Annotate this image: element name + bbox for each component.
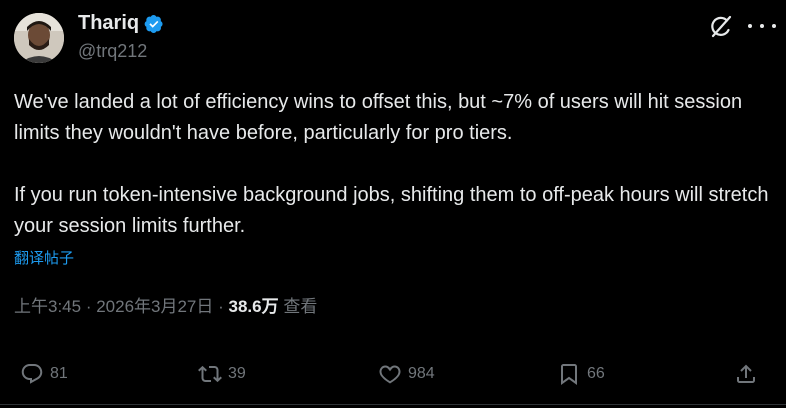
post-body: We've landed a lot of efficiency wins to… <box>14 87 774 242</box>
more-options-icon[interactable] <box>748 14 776 38</box>
post-paragraph: We've landed a lot of efficiency wins to… <box>14 91 743 144</box>
grok-icon[interactable] <box>708 14 734 40</box>
author-handle[interactable]: @trq212 <box>78 41 147 62</box>
like-icon <box>379 365 401 384</box>
reply-icon <box>21 364 43 384</box>
views-label: 查看 <box>278 297 318 316</box>
verified-badge-icon[interactable] <box>144 14 164 34</box>
repost-button[interactable]: 39 <box>198 362 246 386</box>
views-count: 38.6万 <box>228 297 279 316</box>
action-bar: 81 39 984 66 <box>20 362 765 388</box>
repost-count: 39 <box>228 365 246 382</box>
translate-post-link[interactable]: 翻译帖子 <box>14 247 74 268</box>
reply-button[interactable]: 81 <box>20 362 68 386</box>
bookmark-button[interactable]: 66 <box>557 362 605 386</box>
repost-icon <box>198 365 222 383</box>
avatar[interactable] <box>14 13 64 63</box>
post-paragraph: If you run token-intensive background jo… <box>14 184 769 237</box>
author-name[interactable]: Thariq <box>78 12 139 35</box>
like-count: 984 <box>408 365 435 382</box>
meta-separator: · <box>81 297 97 316</box>
share-icon <box>737 364 755 383</box>
meta-separator: · <box>213 297 229 316</box>
bottom-divider <box>0 404 786 405</box>
share-button[interactable] <box>734 362 764 386</box>
post-meta: 上午3:45 · 2026年3月27日 · 38.6万 查看 <box>14 292 317 317</box>
bookmark-icon <box>561 364 577 385</box>
post-time[interactable]: 上午3:45 <box>14 297 81 316</box>
post-date[interactable]: 2026年3月27日 <box>96 297 213 316</box>
bookmark-count: 66 <box>587 365 605 382</box>
reply-count: 81 <box>50 365 68 382</box>
like-button[interactable]: 984 <box>378 362 435 386</box>
author-name-row: Thariq <box>78 12 164 35</box>
